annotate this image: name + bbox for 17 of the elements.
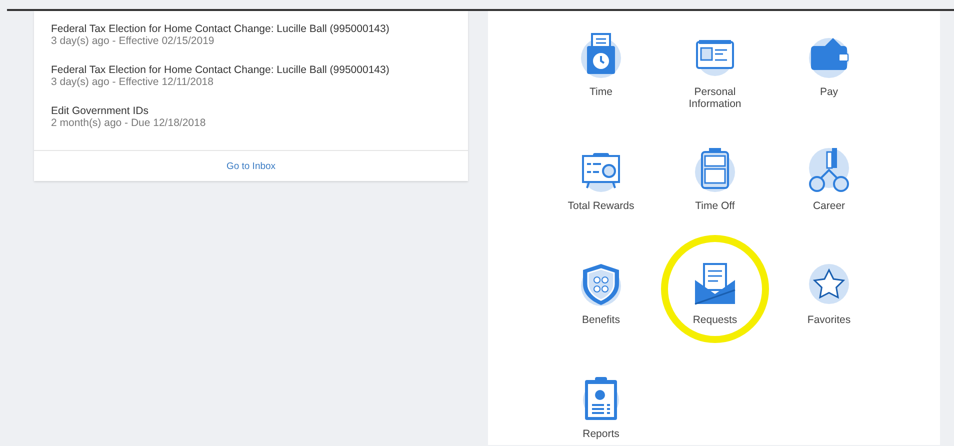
task-detail: 3 day(s) ago - Effective 12/11/2018 (51, 76, 214, 88)
app-label[interactable]: Pay (794, 86, 864, 98)
go-to-inbox-link[interactable]: Go to Inbox (226, 160, 276, 172)
app-label[interactable]: Time (566, 86, 636, 98)
task-detail: 3 day(s) ago - Effective 02/15/2019 (51, 35, 214, 47)
app-label[interactable]: Favorites (794, 314, 864, 326)
app-label[interactable]: Requests (680, 314, 750, 326)
task-title[interactable]: Federal Tax Election for Home Contact Change: Lucille Ball (995000143) (51, 64, 390, 76)
app-label[interactable]: Reports (566, 428, 636, 440)
task-detail: 2 month(s) ago - Due 12/18/2018 (51, 117, 206, 129)
task-title[interactable]: Edit Government IDs (51, 105, 148, 117)
app-label[interactable]: Benefits (566, 314, 636, 326)
app-label[interactable]: Time Off (680, 200, 750, 212)
app-label[interactable]: Personal Information (680, 86, 750, 110)
task-title[interactable]: Federal Tax Election for Home Contact Change: Lucille Ball (995000143) (51, 23, 390, 35)
app-label[interactable]: Total Rewards (566, 200, 636, 212)
app-label[interactable]: Career (794, 200, 864, 212)
